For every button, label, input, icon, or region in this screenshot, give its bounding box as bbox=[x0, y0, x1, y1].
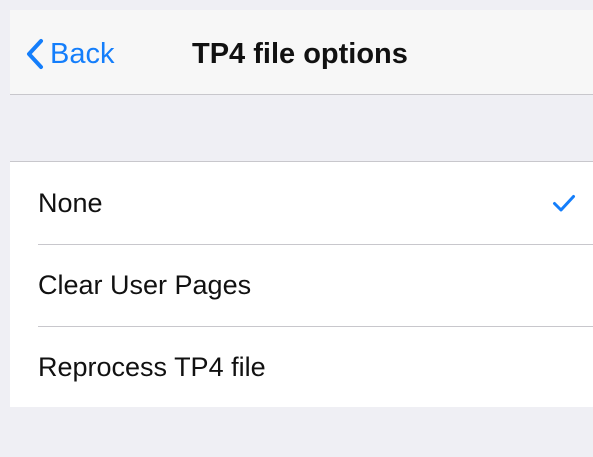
option-label: Reprocess TP4 file bbox=[38, 352, 266, 382]
group-spacer-top bbox=[10, 95, 593, 161]
navigation-bar: Back TP4 file options bbox=[10, 10, 593, 95]
group-spacer-bottom bbox=[10, 407, 593, 457]
option-clear-user-pages-row[interactable]: Clear User Pages bbox=[10, 244, 593, 326]
option-reprocess-tp4-file-row[interactable]: Reprocess TP4 file bbox=[10, 326, 593, 408]
option-label: Clear User Pages bbox=[38, 270, 252, 300]
chevron-left-icon bbox=[24, 37, 46, 71]
back-label: Back bbox=[50, 38, 115, 70]
checkmark-icon bbox=[552, 194, 576, 212]
page-title: TP4 file options bbox=[192, 38, 408, 70]
back-button[interactable]: Back bbox=[24, 37, 114, 71]
option-label: None bbox=[38, 188, 103, 218]
option-none-row[interactable]: None bbox=[10, 162, 593, 244]
options-list: None Clear User Pages Reprocess TP4 file bbox=[10, 161, 593, 409]
